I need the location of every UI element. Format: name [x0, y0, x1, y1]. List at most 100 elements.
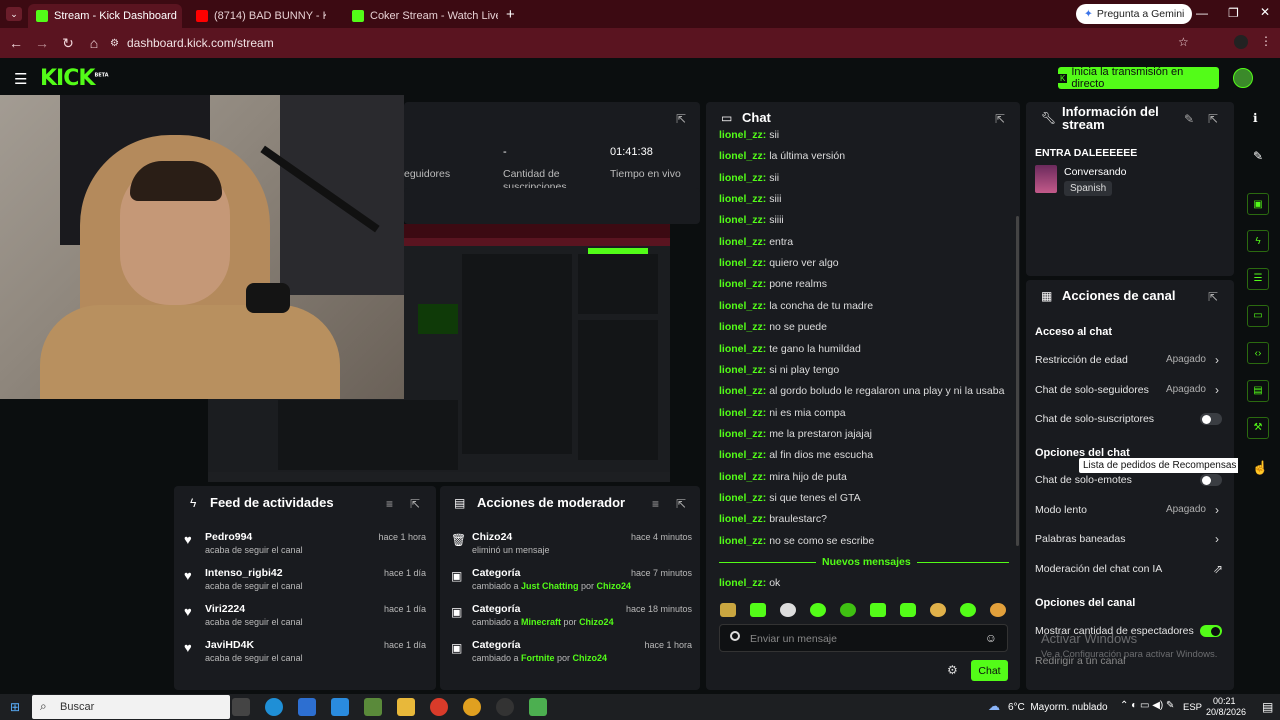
home-icon[interactable]: ⌂ [84, 35, 104, 51]
chevron-right-icon[interactable]: › [1215, 532, 1219, 546]
filter-icon[interactable]: ≡ [386, 497, 393, 511]
bolt-icon: ϟ [190, 496, 197, 510]
follower-name[interactable]: JaviHD4K [205, 639, 254, 651]
activity-description: acaba de seguir el canal [205, 581, 303, 591]
bolt-icon[interactable]: ϟ [1247, 230, 1269, 253]
site-info-icon[interactable]: ⚙ [110, 38, 119, 49]
expand-icon[interactable]: ⇱ [995, 112, 1005, 126]
chevron-right-icon[interactable]: › [1215, 353, 1219, 367]
store-icon[interactable] [298, 698, 316, 716]
reload-icon[interactable]: ↻ [58, 35, 78, 52]
back-icon[interactable]: ← [6, 35, 26, 51]
clock-date[interactable]: 20/8/2026 [1206, 707, 1246, 717]
wrench-icon[interactable]: ⚒ [1247, 416, 1269, 439]
expand-icon[interactable]: ⇱ [676, 112, 686, 126]
setting-toggle[interactable] [1200, 413, 1222, 425]
taskbar-search[interactable]: ⌕ Buscar [32, 695, 230, 719]
list-icon: ▤ [454, 496, 466, 510]
follower-name[interactable]: Pedro994 [205, 531, 252, 543]
heart-icon: ♥ [184, 604, 192, 619]
browser-menu-icon[interactable]: ⋮ [1260, 34, 1272, 48]
start-icon[interactable]: ⊞ [10, 700, 20, 714]
setting-label: Chat de solo-seguidores [1035, 383, 1149, 396]
notifications-icon[interactable]: ▤ [1262, 700, 1273, 714]
emote-icon[interactable] [870, 603, 886, 617]
chevron-right-icon[interactable]: › [1215, 383, 1219, 397]
stream-info-title: Información del stream [1062, 104, 1159, 132]
tab-youtube[interactable]: (8714) BAD BUNNY - KETU TeCi [188, 4, 336, 28]
minecraft-launcher-icon[interactable] [529, 698, 547, 716]
server-icon[interactable]: ▤ [1247, 379, 1269, 402]
setting-toggle[interactable] [1200, 474, 1222, 486]
emote-icon[interactable] [810, 603, 826, 617]
settings-icon[interactable]: ⚙ [947, 663, 958, 677]
chevron-right-icon[interactable]: › [1215, 503, 1219, 517]
task-view-icon[interactable] [232, 698, 250, 716]
tray-icons[interactable]: ⌃ ◐ ▭ ◀) ✎ [1120, 700, 1174, 711]
mod-action-description: cambiado a Fortnite por Chizo24 [472, 653, 608, 663]
chat-scrollbar[interactable] [1016, 216, 1019, 546]
emote-icon[interactable] [990, 603, 1006, 617]
activity-description: acaba de seguir el canal [205, 653, 303, 663]
obs-icon[interactable] [496, 698, 514, 716]
kick-logo[interactable]: KICKBETA [40, 66, 109, 91]
emote-icon[interactable] [960, 603, 976, 617]
chat-send-button[interactable]: Chat [971, 660, 1008, 681]
gemini-button[interactable]: ✦ Pregunta a Gemini [1076, 4, 1193, 24]
minimize-button[interactable]: — [1196, 6, 1208, 20]
emote-icon[interactable] [750, 603, 766, 617]
expand-icon[interactable]: ⇱ [410, 497, 420, 511]
language-indicator[interactable]: ESP [1183, 702, 1202, 713]
window-close-button[interactable]: ✕ [1260, 5, 1270, 19]
list-icon[interactable]: ☰ [1247, 267, 1269, 290]
follower-name[interactable]: Intenso_rigbi42 [205, 567, 283, 579]
forward-icon[interactable]: → [32, 35, 52, 51]
emote-icon[interactable] [900, 603, 916, 617]
follower-name[interactable]: Viri2224 [205, 603, 245, 615]
emoji-icon[interactable]: ☺ [985, 631, 997, 645]
stream-icon[interactable]: ▣ [1247, 193, 1269, 215]
mod-action-name: Categoría [472, 603, 521, 615]
mod-action-time: hace 18 minutos [625, 604, 692, 614]
code-icon[interactable]: ‹› [1247, 342, 1269, 365]
emote-icon[interactable] [930, 603, 946, 617]
filter-icon[interactable]: ≡ [652, 497, 659, 511]
emote-icon[interactable] [780, 603, 796, 617]
edge-icon[interactable] [265, 698, 283, 716]
emote-icon[interactable] [840, 603, 856, 617]
expand-icon[interactable]: ⇱ [676, 497, 686, 511]
tab-coker-stream[interactable]: Coker Stream - Watch Live ◀) ✕ [344, 4, 498, 28]
maximize-button[interactable]: ❐ [1228, 6, 1239, 20]
new-tab-button[interactable]: + [506, 6, 515, 23]
explorer-icon[interactable] [397, 698, 415, 716]
chat-input[interactable]: Enviar un mensaje ☺ [719, 624, 1008, 652]
hamburger-menu-icon[interactable]: ☰ [14, 70, 27, 88]
show-viewers-toggle[interactable] [1200, 625, 1222, 637]
profile-avatar[interactable] [1234, 35, 1248, 49]
chat-message: lionel_zz: mira hijo de puta [719, 470, 847, 483]
clock-time[interactable]: 00:21 [1213, 696, 1236, 706]
activity-description: acaba de seguir el canal [205, 617, 303, 627]
edit-icon[interactable]: ✎ [1184, 112, 1194, 126]
pencil-icon[interactable]: ✎ [1253, 149, 1263, 163]
mail-icon[interactable] [331, 698, 349, 716]
tab-kick-dashboard[interactable]: Stream - Kick Dashboard ✕ [28, 4, 182, 28]
expand-icon[interactable]: ⇱ [1208, 290, 1218, 304]
go-live-button[interactable]: K Inicia la transmisión en directo [1058, 66, 1219, 90]
minecraft-icon[interactable] [364, 698, 382, 716]
tab-list-button[interactable]: ⌄ [6, 7, 22, 21]
external-link-icon[interactable]: ⇗ [1213, 562, 1223, 576]
chrome-icon[interactable] [430, 698, 448, 716]
webcam-overlay [0, 95, 404, 399]
url-field[interactable]: ⚙ dashboard.kick.com/stream [110, 33, 1210, 53]
user-avatar[interactable] [1233, 68, 1253, 88]
expand-icon[interactable]: ⇱ [1208, 112, 1218, 126]
emote-icon[interactable] [720, 603, 736, 617]
setting-label: Chat de solo-suscriptores [1035, 413, 1155, 425]
bookmark-star-icon[interactable]: ☆ [1178, 35, 1189, 49]
chat-icon[interactable]: ▭ [1247, 304, 1269, 327]
info-icon[interactable]: ℹ [1253, 111, 1258, 125]
subs-label: Cantidad de suscripciones [503, 168, 567, 190]
chat-message: lionel_zz: la concha de tu madre [719, 299, 874, 312]
chrome-icon[interactable] [463, 698, 481, 716]
